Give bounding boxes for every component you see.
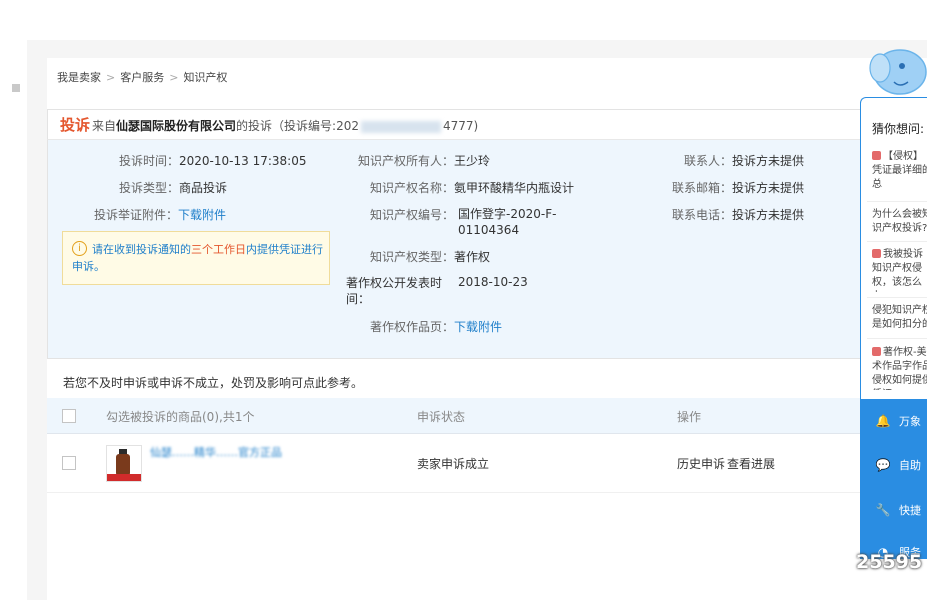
complaint-source-line: 来自仙瑟国际股份有限公司的投诉（投诉编号:202 4777): [92, 117, 478, 134]
detail-contact-email: 联系邮箱：投诉方未提供: [672, 179, 804, 196]
table-header: 勾选被投诉的商品(0),共1个 申诉状态 操作: [47, 398, 927, 434]
column-header-products: 勾选被投诉的商品(0),共1个: [106, 410, 255, 424]
suggestion-item[interactable]: 【侵权】凭证最详细的总: [872, 150, 927, 194]
detail-ip-number-value: 国作登字-2020-F-01104364: [458, 207, 557, 237]
menu-label: 自助: [899, 459, 921, 472]
detail-label: 联系电话：: [672, 208, 733, 222]
detail-value: 王少玲: [454, 154, 491, 168]
breadcrumb-item[interactable]: 我是卖家: [57, 71, 101, 84]
flag-icon: [872, 347, 881, 356]
left-sidebar: [0, 40, 28, 600]
complaint-header: 投诉 来自仙瑟国际股份有限公司的投诉（投诉编号:202 4777): [47, 109, 927, 140]
column-header-actions: 操作: [677, 410, 702, 424]
menu-item-shortcut[interactable]: 🔧 快捷: [875, 502, 921, 518]
assistant-mascot-icon[interactable]: [868, 42, 927, 97]
detail-value: 商品投诉: [179, 181, 228, 195]
menu-item-self-service[interactable]: 💬 自助: [875, 457, 921, 473]
detail-complaint-time: 投诉时间：2020-10-13 17:38:05: [119, 152, 306, 169]
penalty-hint-link[interactable]: 若您不及时申诉或申诉不成立，处罚及影响可点此参考。: [63, 374, 363, 391]
detail-ip-owner: 知识产权所有人：王少玲: [358, 152, 490, 169]
notice-prefix: 请在收到投诉通知的: [92, 243, 191, 256]
row-checkbox[interactable]: [62, 456, 76, 470]
detail-label: 投诉类型：: [119, 181, 180, 195]
detail-ip-number: 知识产权编号：: [370, 206, 454, 223]
suggestion-item[interactable]: 著作权-美术作品字作品侵权如何提供凭证?: [872, 346, 927, 390]
suggestion-text: 为什么会被知识产权投诉?: [872, 209, 927, 234]
product-name-link[interactable]: 仙瑟……精华……官方正品: [150, 444, 315, 460]
select-all-checkbox[interactable]: [62, 409, 76, 423]
sidebar-marker: [12, 84, 20, 92]
redacted-id: [360, 120, 441, 133]
detail-label: 知识产权名称：: [370, 181, 455, 195]
wrench-icon: 🔧: [875, 503, 891, 517]
detail-work-page: 著作权作品页：下载附件: [370, 318, 502, 335]
detail-label: 知识产权编号：: [370, 208, 455, 222]
divider: [867, 201, 927, 202]
download-attachment-link[interactable]: 下载附件: [178, 208, 226, 222]
detail-label: 著作权作品页：: [370, 320, 455, 334]
detail-label: 投诉举证附件：: [94, 208, 179, 222]
menu-label: 万象: [899, 415, 921, 428]
detail-complaint-type: 投诉类型：商品投诉: [119, 179, 227, 196]
detail-label: 知识产权类型：: [370, 250, 455, 264]
breadcrumb-separator: >: [169, 71, 179, 84]
top-bar: [0, 0, 927, 41]
detail-value: 投诉方未提供: [732, 181, 805, 195]
detail-value: 投诉方未提供: [732, 154, 805, 168]
thumbnail-banner: [107, 474, 141, 481]
download-work-link[interactable]: 下载附件: [454, 320, 502, 334]
assistant-title: 猜你想问:: [872, 122, 925, 136]
product-thumbnail[interactable]: [106, 445, 142, 482]
suggestion-item[interactable]: 我被投诉知识产权侵权，该怎么办?: [872, 248, 927, 292]
table-row: 卖家申诉成立 历史申诉 查看进展: [47, 434, 927, 493]
detail-value: 著作权: [454, 250, 491, 264]
complaint-company: 仙瑟国际股份有限公司: [116, 119, 237, 133]
detail-label: 投诉时间：: [119, 154, 180, 168]
flag-icon: [872, 151, 881, 160]
row-status: 卖家申诉成立: [417, 457, 490, 471]
suggestion-text: 侵犯知识产权是如何扣分的: [872, 305, 927, 330]
detail-label: 联系人：: [684, 154, 733, 168]
history-appeal-link[interactable]: 历史申诉: [677, 455, 725, 472]
divider: [867, 241, 927, 242]
complaint-id-tail: 4777): [442, 119, 479, 133]
assistant-menu: 🔔 万象 💬 自助 🔧 快捷 ◔ 服务: [861, 399, 927, 558]
detail-value: 2020-10-13 17:38:05: [179, 154, 307, 168]
detail-value: 投诉方未提供: [732, 208, 805, 222]
view-progress-link[interactable]: 查看进展: [727, 455, 775, 472]
deadline-notice: i 请在收到投诉通知的三个工作日内提供凭证进行申诉。: [62, 231, 330, 285]
detail-ip-name: 知识产权名称：氨甲环酸精华内瓶设计: [370, 179, 574, 196]
suggestion-item[interactable]: 侵犯知识产权是如何扣分的: [872, 304, 927, 332]
flag-icon: [872, 249, 881, 258]
menu-label: 快捷: [899, 504, 921, 517]
breadcrumb: 我是卖家 > 客户服务 > 知识产权: [57, 69, 227, 85]
bell-icon: 🔔: [875, 414, 891, 428]
divider: [867, 338, 927, 339]
complaint-id-prefix: 的投诉（投诉编号:202: [236, 119, 359, 133]
column-header-status: 申诉状态: [417, 410, 466, 424]
complaint-from-prefix: 来自: [92, 119, 117, 133]
detail-contact-person: 联系人：投诉方未提供: [684, 152, 804, 169]
overlay-counter: 25595: [856, 551, 923, 573]
breadcrumb-item[interactable]: 客户服务: [120, 71, 164, 84]
notice-emphasis: 三个工作日: [191, 243, 246, 256]
detail-publish-time-label: 著作权公开发表时间：: [346, 276, 443, 306]
detail-value: 氨甲环酸精华内瓶设计: [454, 181, 575, 195]
detail-publish-time-value: 2018-10-23: [458, 275, 528, 289]
detail-contact-phone: 联系电话：投诉方未提供: [672, 206, 804, 223]
chat-icon: 💬: [875, 458, 891, 472]
detail-ip-type: 知识产权类型：著作权: [370, 248, 490, 265]
divider: [867, 297, 927, 298]
suggestion-item[interactable]: 为什么会被知识产权投诉?: [872, 208, 927, 236]
notice-text: 请在收到投诉通知的三个工作日内提供凭证进行申诉。: [72, 241, 326, 275]
assistant-widget: 猜你想问: 【侵权】凭证最详细的总 为什么会被知识产权投诉? 我被投诉知识产权侵…: [860, 97, 927, 559]
bottle-shape: [116, 454, 130, 476]
detail-evidence-attachment: 投诉举证附件：下载附件: [94, 206, 226, 223]
breadcrumb-item[interactable]: 知识产权: [183, 71, 227, 84]
detail-label: 知识产权所有人：: [358, 154, 455, 168]
menu-item-wanxiang[interactable]: 🔔 万象: [875, 413, 921, 429]
complaint-tag: 投诉: [60, 116, 91, 134]
detail-label: 联系邮箱：: [672, 181, 733, 195]
breadcrumb-separator: >: [106, 71, 116, 84]
